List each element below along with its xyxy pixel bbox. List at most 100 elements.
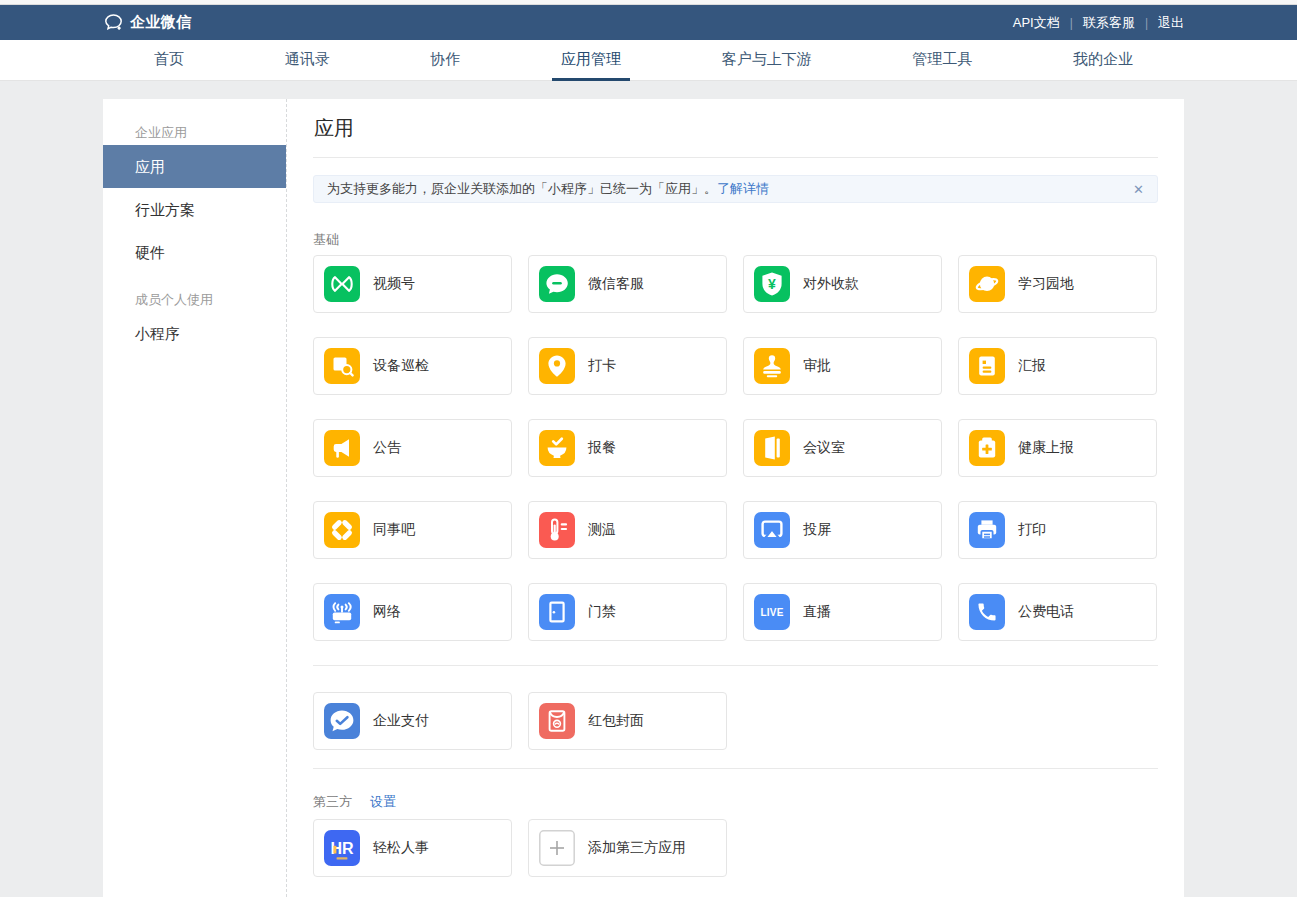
app-card[interactable]: ¥ 对外收款 bbox=[743, 255, 942, 313]
third-party-settings-link[interactable]: 设置 bbox=[370, 794, 396, 809]
shield-yen-icon: ¥ bbox=[754, 266, 790, 302]
app-name: 同事吧 bbox=[373, 521, 415, 539]
app-name: 投屏 bbox=[803, 521, 831, 539]
nav-tab[interactable]: 管理工具 bbox=[903, 40, 981, 81]
app-name: 微信客服 bbox=[588, 275, 644, 293]
door-access-icon bbox=[539, 594, 575, 630]
section-basic-label: 基础 bbox=[313, 232, 1158, 247]
app-card[interactable]: 投屏 bbox=[743, 501, 942, 559]
megaphone-icon bbox=[324, 430, 360, 466]
nav-tab[interactable]: 应用管理 bbox=[552, 40, 630, 81]
app-card[interactable]: 测温 bbox=[528, 501, 727, 559]
sidebar-item[interactable]: 硬件 bbox=[103, 231, 286, 274]
app-card[interactable]: 汇报 bbox=[958, 337, 1157, 395]
app-name: 审批 bbox=[803, 357, 831, 375]
app-name: 测温 bbox=[588, 521, 616, 539]
app-card[interactable]: 公费电话 bbox=[958, 583, 1157, 641]
app-name: 对外收款 bbox=[803, 275, 859, 293]
app-card[interactable]: 打卡 bbox=[528, 337, 727, 395]
app-card[interactable]: 同事吧 bbox=[313, 501, 512, 559]
topbar-link-separator: | bbox=[1070, 16, 1073, 30]
app-card[interactable]: 打印 bbox=[958, 501, 1157, 559]
app-card[interactable]: 报餐 bbox=[528, 419, 727, 477]
app-name: 打卡 bbox=[588, 357, 616, 375]
app-name: 报餐 bbox=[588, 439, 616, 457]
printer-icon bbox=[969, 512, 1005, 548]
topbar-link[interactable]: 退出 bbox=[1158, 14, 1184, 32]
app-card[interactable]: LIVE 直播 bbox=[743, 583, 942, 641]
main-panel: 应用 为支持更多能力，原企业关联添加的「小程序」已统一为「应用」。 了解详情 ✕… bbox=[287, 99, 1184, 897]
main-nav: 首页 通讯录 协作 应用管理 客户与上下游 管理工具 我的企业 bbox=[0, 40, 1297, 81]
app-card[interactable]: 门禁 bbox=[528, 583, 727, 641]
add-third-party-app-card[interactable]: 添加第三方应用 bbox=[528, 819, 727, 877]
sidebar-group-label: 成员个人使用 bbox=[103, 274, 286, 312]
app-card[interactable]: 学习园地 bbox=[958, 255, 1157, 313]
nav-tab[interactable]: 客户与上下游 bbox=[713, 40, 821, 81]
sidebar-item[interactable]: 应用 bbox=[103, 145, 286, 188]
app-name: 红包封面 bbox=[588, 712, 644, 730]
app-name: 网络 bbox=[373, 603, 401, 621]
notice-learn-more-link[interactable]: 了解详情 bbox=[717, 180, 769, 198]
app-card[interactable]: 红包封面 bbox=[528, 692, 727, 750]
wepay-icon bbox=[324, 703, 360, 739]
hr-logo-icon: HR bbox=[324, 830, 360, 866]
app-card[interactable]: 公告 bbox=[313, 419, 512, 477]
basic-label-text: 基础 bbox=[313, 232, 339, 247]
live-icon: LIVE bbox=[754, 594, 790, 630]
brand-name: 企业微信 bbox=[130, 13, 191, 32]
app-card[interactable]: 视频号 bbox=[313, 255, 512, 313]
add-app-label: 添加第三方应用 bbox=[588, 839, 686, 857]
wechat-work-logo-icon bbox=[103, 12, 124, 33]
app-card[interactable]: 网络 bbox=[313, 583, 512, 641]
divider bbox=[313, 768, 1158, 769]
content-container: 企业应用应用行业方案硬件成员个人使用小程序 应用 为支持更多能力，原企业关联添加… bbox=[103, 99, 1184, 897]
title-row: 应用 bbox=[313, 99, 1158, 158]
divider bbox=[313, 665, 1158, 666]
third-party-apps-grid: HR 轻松人事 添加第三方应用 bbox=[313, 819, 1158, 877]
report-doc-icon bbox=[969, 348, 1005, 384]
topbar-link[interactable]: API文档 bbox=[1013, 14, 1060, 32]
app-card[interactable]: HR 轻松人事 bbox=[313, 819, 512, 877]
nav-tab[interactable]: 协作 bbox=[421, 40, 469, 81]
app-name: 汇报 bbox=[1018, 357, 1046, 375]
screencast-icon bbox=[754, 512, 790, 548]
topbar-link-separator: | bbox=[1145, 16, 1148, 30]
router-icon bbox=[324, 594, 360, 630]
app-name: 轻松人事 bbox=[373, 839, 429, 857]
thermometer-icon bbox=[539, 512, 575, 548]
page-title: 应用 bbox=[314, 115, 1158, 142]
notice-banner: 为支持更多能力，原企业关联添加的「小程序」已统一为「应用」。 了解详情 ✕ bbox=[313, 175, 1158, 203]
notice-close-icon[interactable]: ✕ bbox=[1133, 182, 1144, 197]
app-name: 视频号 bbox=[373, 275, 415, 293]
meal-bowl-icon bbox=[539, 430, 575, 466]
kefu-chat-icon bbox=[539, 266, 575, 302]
nav-tab[interactable]: 我的企业 bbox=[1064, 40, 1142, 81]
basic-apps-grid: 视频号 微信客服 ¥ 对外收款 学习园地设备巡检 打卡 审批 汇报公告 报餐 会议室健康上报同事吧… bbox=[313, 255, 1158, 641]
section-third-party-label: 第三方 设置 bbox=[313, 794, 1158, 809]
topbar-link[interactable]: 联系客服 bbox=[1083, 14, 1135, 32]
svg-text:¥: ¥ bbox=[768, 276, 776, 292]
app-card[interactable]: 微信客服 bbox=[528, 255, 727, 313]
app-card[interactable]: 健康上报 bbox=[958, 419, 1157, 477]
sidebar-item[interactable]: 行业方案 bbox=[103, 188, 286, 231]
sidebar-item[interactable]: 小程序 bbox=[103, 312, 286, 355]
topbar-links: API文档 | 联系客服 | 退出 bbox=[1013, 14, 1184, 32]
phone-icon bbox=[969, 594, 1005, 630]
app-card[interactable]: 企业支付 bbox=[313, 692, 512, 750]
sidebar-group-label: 企业应用 bbox=[103, 107, 286, 145]
basic-extra-apps-grid: 企业支付 红包封面 bbox=[313, 692, 1158, 750]
app-card[interactable]: 设备巡检 bbox=[313, 337, 512, 395]
app-name: 门禁 bbox=[588, 603, 616, 621]
brand[interactable]: 企业微信 bbox=[103, 12, 191, 33]
red-packet-icon bbox=[539, 703, 575, 739]
app-name: 直播 bbox=[803, 603, 831, 621]
nav-tab[interactable]: 首页 bbox=[145, 40, 193, 81]
app-name: 打印 bbox=[1018, 521, 1046, 539]
app-card[interactable]: 会议室 bbox=[743, 419, 942, 477]
app-name: 公费电话 bbox=[1018, 603, 1074, 621]
app-name: 公告 bbox=[373, 439, 401, 457]
nav-tab[interactable]: 通讯录 bbox=[276, 40, 339, 81]
app-card[interactable]: 审批 bbox=[743, 337, 942, 395]
plus-icon bbox=[539, 830, 575, 866]
meeting-door-icon bbox=[754, 430, 790, 466]
